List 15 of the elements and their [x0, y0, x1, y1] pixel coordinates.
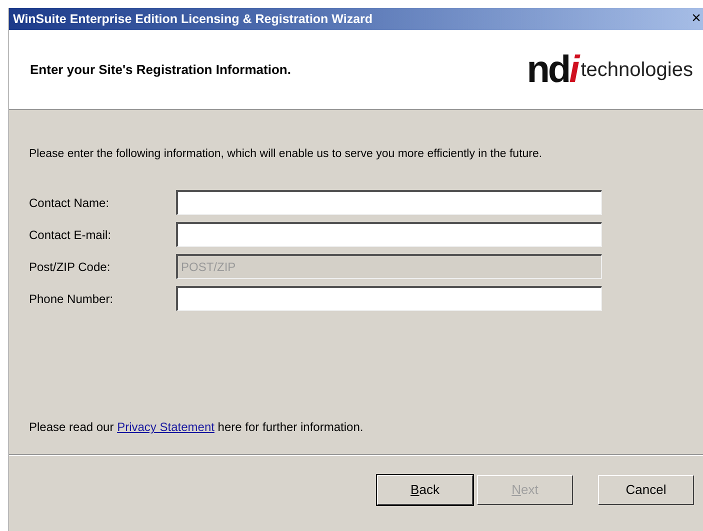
input-field[interactable] — [176, 222, 602, 248]
input-field[interactable] — [176, 190, 602, 216]
wizard-button[interactable]: Back — [377, 475, 473, 505]
field-label: Post/ZIP Code: — [29, 258, 112, 276]
wizard-button[interactable]: Cancel — [598, 475, 694, 505]
page-heading: Enter your Site's Registration Information. — [30, 60, 291, 79]
input-field[interactable] — [176, 286, 602, 312]
close-button[interactable]: × — [692, 11, 703, 27]
field-label: Phone Number: — [29, 290, 114, 308]
intro-text: Please enter the following information, which will enable us to serve you more efficiently in the future. — [29, 147, 544, 162]
privacy-link[interactable]: Privacy Statement — [117, 420, 214, 434]
window-title: WinSuite Enterprise Edition Licensing & Registration Wizard — [13, 10, 373, 28]
field-label: Contact E-mail: — [29, 226, 112, 244]
privacy-text: Please read our Privacy Statement here for further information. — [29, 419, 364, 436]
field-label: Contact Name: — [29, 194, 110, 212]
